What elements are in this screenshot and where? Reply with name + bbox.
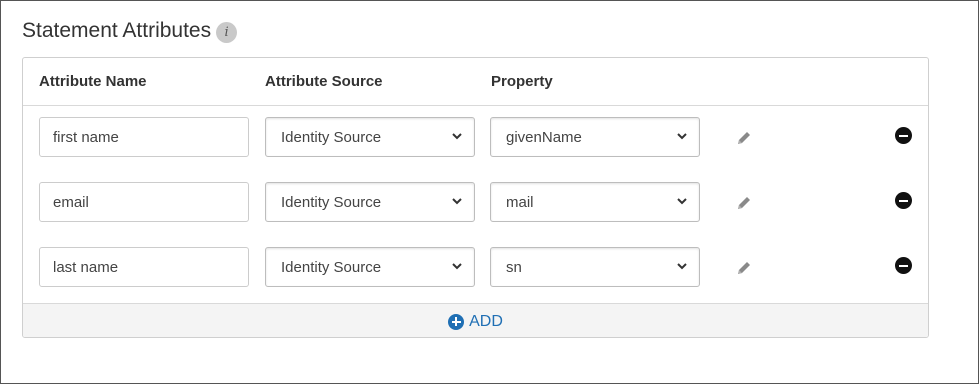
info-icon[interactable]: i: [216, 22, 238, 43]
property-select[interactable]: mail: [490, 182, 700, 222]
pencil-icon[interactable]: [735, 129, 753, 147]
property-value: mail: [506, 193, 534, 211]
section-title-text: Statement Attributes: [22, 19, 212, 42]
attribute-name-input[interactable]: [39, 182, 249, 222]
chevron-down-icon: [677, 133, 687, 140]
remove-row-icon[interactable]: [895, 257, 912, 274]
chevron-down-icon: [452, 263, 462, 270]
header-property: Property: [491, 73, 553, 90]
table-row: Identity Source sn: [23, 247, 928, 289]
attribute-name-input[interactable]: [39, 247, 249, 287]
attribute-source-select[interactable]: Identity Source: [265, 182, 475, 222]
chevron-down-icon: [677, 198, 687, 205]
header-attribute-source: Attribute Source: [265, 73, 383, 90]
attribute-source-select[interactable]: Identity Source: [265, 247, 475, 287]
attribute-name-input[interactable]: [39, 117, 249, 157]
pencil-icon[interactable]: [735, 259, 753, 277]
add-bar: ADD: [23, 303, 928, 337]
attribute-source-select[interactable]: Identity Source: [265, 117, 475, 157]
header-attribute-name: Attribute Name: [39, 73, 147, 90]
attribute-source-value: Identity Source: [281, 128, 382, 146]
attributes-panel: Attribute Name Attribute Source Property…: [22, 57, 929, 338]
plus-circle-icon: [448, 313, 465, 330]
add-attribute-button[interactable]: ADD: [448, 313, 503, 331]
pencil-icon[interactable]: [735, 194, 753, 212]
chevron-down-icon: [452, 198, 462, 205]
chevron-down-icon: [677, 263, 687, 270]
property-select[interactable]: sn: [490, 247, 700, 287]
remove-row-icon[interactable]: [895, 127, 912, 144]
table-row: Identity Source givenName: [23, 117, 928, 159]
statement-attributes-window: Statement Attributes i Attribute Name At…: [0, 0, 979, 384]
remove-row-icon[interactable]: [895, 192, 912, 209]
table-header: Attribute Name Attribute Source Property: [23, 58, 928, 106]
add-label: ADD: [469, 312, 503, 330]
property-value: givenName: [506, 128, 582, 146]
property-value: sn: [506, 258, 522, 276]
table-row: Identity Source mail: [23, 182, 928, 224]
chevron-down-icon: [452, 133, 462, 140]
attribute-source-value: Identity Source: [281, 258, 382, 276]
property-select[interactable]: givenName: [490, 117, 700, 157]
attribute-source-value: Identity Source: [281, 193, 382, 211]
section-title: Statement Attributes i: [22, 19, 238, 43]
